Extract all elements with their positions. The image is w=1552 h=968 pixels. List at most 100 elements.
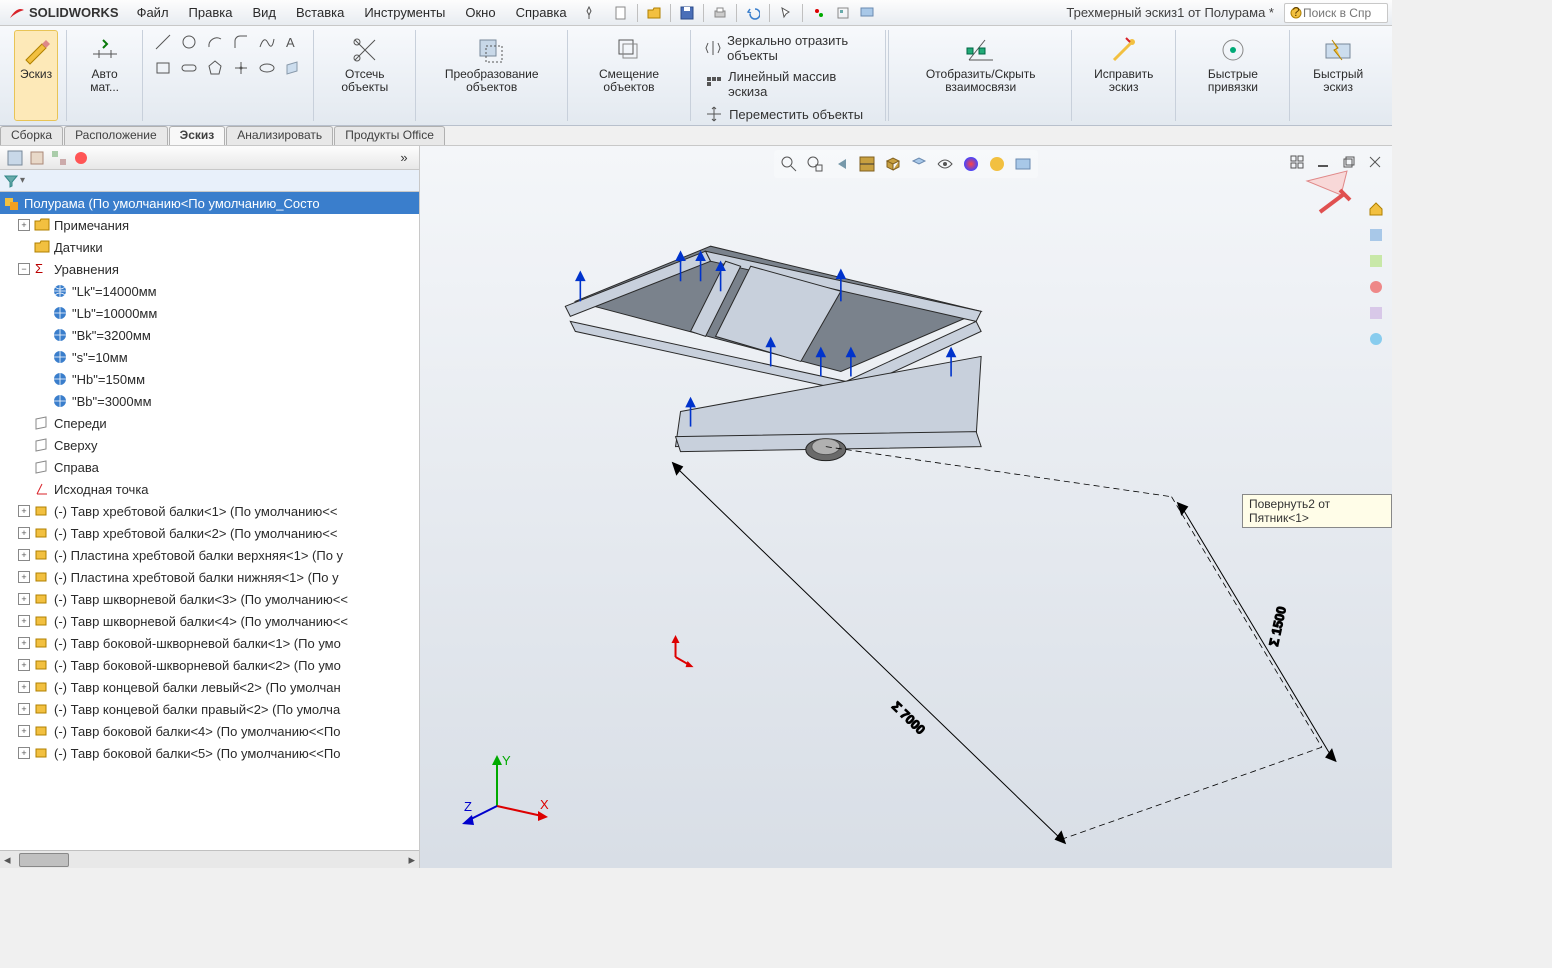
tree-plane-top[interactable]: Сверху [0, 434, 419, 456]
tree-part-item[interactable]: +(-) Тавр боковой балки<5> (По умолчанию… [0, 742, 419, 764]
save-icon[interactable] [676, 2, 698, 24]
tree-tab-feature-icon[interactable] [4, 147, 26, 169]
line-icon[interactable] [151, 30, 175, 54]
help-search[interactable]: ? [1284, 3, 1388, 23]
rect-icon[interactable] [151, 56, 175, 80]
display-style-icon[interactable] [907, 152, 931, 176]
spline-icon[interactable] [255, 30, 279, 54]
tree-filter[interactable]: ▾ [0, 170, 419, 192]
tree-equations[interactable]: −ΣУравнения [0, 258, 419, 280]
offset-button[interactable]: Смещение объектов [576, 30, 682, 121]
tree-collapse-icon[interactable]: » [393, 147, 415, 169]
zoom-area-icon[interactable] [803, 152, 827, 176]
circle-icon[interactable] [177, 30, 201, 54]
side-btn-5-icon[interactable] [1364, 301, 1388, 325]
tree-annotations[interactable]: +Примечания [0, 214, 419, 236]
side-btn-3-icon[interactable] [1364, 249, 1388, 273]
tab-assembly[interactable]: Сборка [0, 126, 63, 145]
quick-snaps-button[interactable]: Быстрые привязки [1184, 30, 1281, 121]
hide-show-icon[interactable] [933, 152, 957, 176]
side-btn-2-icon[interactable] [1364, 223, 1388, 247]
tree-part-item[interactable]: +(-) Тавр боковой балки<4> (По умолчанию… [0, 720, 419, 742]
coordinate-triad[interactable]: Y X Z [462, 751, 552, 834]
graphics-viewport[interactable]: Σ 7000 Σ 1500 [420, 146, 1392, 868]
tree-tab-display-icon[interactable] [70, 147, 92, 169]
tree-part-item[interactable]: +(-) Пластина хребтовой балки верхняя<1>… [0, 544, 419, 566]
mirror-button[interactable]: Зеркально отразить объекты [699, 30, 876, 66]
tab-office[interactable]: Продукты Office [334, 126, 445, 145]
smartdim-button[interactable]: Авто мат... [75, 30, 134, 121]
menu-pin-icon[interactable] [578, 2, 600, 24]
sketch-button[interactable]: Эскиз [14, 30, 58, 121]
zoom-fit-icon[interactable] [777, 152, 801, 176]
tree-eq-item[interactable]: "Bk"=3200мм [0, 324, 419, 346]
rapid-sketch-button[interactable]: Быстрый эскиз [1298, 30, 1378, 121]
scene-icon[interactable] [985, 152, 1009, 176]
section-view-icon[interactable] [855, 152, 879, 176]
tree-part-item[interactable]: +(-) Тавр хребтовой балки<1> (По умолчан… [0, 500, 419, 522]
menu-help[interactable]: Справка [506, 1, 577, 24]
tree-part-item[interactable]: +(-) Тавр концевой балки левый<2> (По ум… [0, 676, 419, 698]
show-hide-relations-button[interactable]: Отобразить/Скрыть взаимосвязи [898, 30, 1063, 121]
convert-button[interactable]: Преобразование объектов [424, 30, 558, 121]
tree-part-item[interactable]: +(-) Тавр хребтовой балки<2> (По умолчан… [0, 522, 419, 544]
menu-tools[interactable]: Инструменты [354, 1, 455, 24]
tree-eq-item[interactable]: "Lb"=10000мм [0, 302, 419, 324]
tree-part-item[interactable]: +(-) Пластина хребтовой балки нижняя<1> … [0, 566, 419, 588]
fillet-icon[interactable] [229, 30, 253, 54]
view-orientation-icon[interactable] [881, 152, 905, 176]
view-settings-icon[interactable] [1011, 152, 1035, 176]
menu-view[interactable]: Вид [242, 1, 286, 24]
new-icon[interactable] [610, 2, 632, 24]
feature-tree[interactable]: Полурама (По умолчанию<По умолчанию_Сост… [0, 192, 419, 850]
tree-origin[interactable]: Исходная точка [0, 478, 419, 500]
side-btn-4-icon[interactable] [1364, 275, 1388, 299]
appearance-icon[interactable] [959, 152, 983, 176]
tree-part-item[interactable]: +(-) Тавр боковой-шкворневой балки<2> (П… [0, 654, 419, 676]
plane-icon[interactable] [281, 56, 305, 80]
search-input[interactable] [1303, 6, 1383, 20]
select-icon[interactable] [775, 2, 797, 24]
tree-tab-config-icon[interactable] [48, 147, 70, 169]
print-icon[interactable] [709, 2, 731, 24]
tree-part-item[interactable]: +(-) Тавр концевой балки правый<2> (По у… [0, 698, 419, 720]
rebuild-icon[interactable] [808, 2, 830, 24]
tree-sensors[interactable]: Датчики [0, 236, 419, 258]
tab-layout[interactable]: Расположение [64, 126, 168, 145]
polygon-icon[interactable] [203, 56, 227, 80]
linear-pattern-button[interactable]: Линейный массив эскиза [699, 66, 876, 102]
tab-evaluate[interactable]: Анализировать [226, 126, 333, 145]
trim-button[interactable]: Отсечь объекты [322, 30, 407, 121]
prev-view-icon[interactable] [829, 152, 853, 176]
slot-icon[interactable] [177, 56, 201, 80]
view-compass[interactable] [1302, 166, 1362, 229]
home-view-icon[interactable] [1364, 197, 1388, 221]
tree-part-item[interactable]: +(-) Тавр шкворневой балки<3> (По умолча… [0, 588, 419, 610]
move-button[interactable]: Переместить объекты [699, 102, 869, 126]
tree-eq-item[interactable]: "Hb"=150мм [0, 368, 419, 390]
tab-sketch[interactable]: Эскиз [169, 126, 226, 145]
tree-eq-item[interactable]: "Lk"=14000мм [0, 280, 419, 302]
tree-plane-front[interactable]: Спереди [0, 412, 419, 434]
tree-tab-property-icon[interactable] [26, 147, 48, 169]
text-icon[interactable]: A [281, 30, 305, 54]
side-btn-6-icon[interactable] [1364, 327, 1388, 351]
arc-icon[interactable] [203, 30, 227, 54]
tree-plane-right[interactable]: Справа [0, 456, 419, 478]
tree-eq-item[interactable]: "s"=10мм [0, 346, 419, 368]
open-icon[interactable] [643, 2, 665, 24]
menu-file[interactable]: Файл [127, 1, 179, 24]
tree-part-item[interactable]: +(-) Тавр шкворневой балки<4> (По умолча… [0, 610, 419, 632]
settings-icon[interactable] [856, 2, 878, 24]
ellipse-icon[interactable] [255, 56, 279, 80]
tree-eq-item[interactable]: "Bb"=3000мм [0, 390, 419, 412]
tree-scrollbar[interactable]: ◂▸ [0, 850, 419, 868]
menu-window[interactable]: Окно [455, 1, 505, 24]
repair-sketch-button[interactable]: Исправить эскиз [1080, 30, 1168, 121]
menu-edit[interactable]: Правка [179, 1, 243, 24]
menu-insert[interactable]: Вставка [286, 1, 354, 24]
options-icon[interactable] [832, 2, 854, 24]
tree-part-item[interactable]: +(-) Тавр боковой-шкворневой балки<1> (П… [0, 632, 419, 654]
point-icon[interactable] [229, 56, 253, 80]
undo-icon[interactable] [742, 2, 764, 24]
